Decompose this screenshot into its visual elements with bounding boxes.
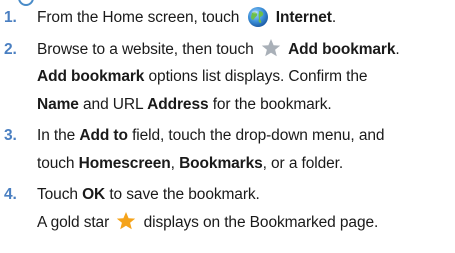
step-text: Touch: [37, 186, 83, 203]
step-2: 2. Browse to a website, then touch Add b…: [0, 36, 455, 119]
step-bold-text: Add bookmark: [37, 68, 145, 85]
step-text: .: [395, 40, 400, 58]
step-text: and URL: [78, 95, 148, 113]
step-text: options list displays. Confirm the: [144, 68, 368, 85]
step-text: From the Home screen, touch: [37, 9, 240, 26]
step-text: for the bookmark.: [208, 95, 332, 113]
internet-globe-icon: [247, 6, 269, 28]
step-bold-text: Add bookmark: [288, 40, 396, 58]
gray-star-icon: [261, 38, 281, 58]
step-text: to save the bookmark.: [105, 186, 260, 203]
step-bold-text: Homescreen: [78, 154, 171, 172]
step-4: 4. Touch OK to save the bookmark. A gold…: [0, 181, 455, 236]
step-text: field, touch the drop-down menu, and: [127, 127, 385, 144]
step-bold-text: Add to: [79, 127, 128, 144]
instruction-steps: 1. From the Home screen, touch Internet.: [0, 4, 455, 236]
step-bold-text: Bookmarks: [179, 154, 263, 172]
step-text: displays on the Bookmarked page.: [143, 213, 379, 231]
step-bold-text: OK: [82, 186, 106, 203]
step-text: .: [331, 9, 337, 26]
step-text: In the: [37, 127, 80, 144]
step-text: , or a folder.: [262, 154, 344, 172]
step-bold-text: Internet: [275, 9, 332, 26]
step-text: A gold star: [37, 213, 110, 231]
step-bold-text: Name: [37, 95, 79, 113]
step-text: touch: [37, 154, 79, 172]
step-bold-text: Address: [147, 95, 209, 113]
step-number: 3.: [4, 127, 17, 144]
gold-star-icon: [116, 211, 136, 231]
step-number: 1.: [4, 9, 17, 26]
step-number: 2.: [4, 40, 17, 58]
step-number: 4.: [4, 186, 17, 203]
step-text: ,: [170, 154, 180, 172]
step-3: 3. In the Add to field, touch the drop-d…: [0, 122, 455, 177]
step-1: 1. From the Home screen, touch Internet.: [0, 4, 455, 32]
step-text: Browse to a website, then touch: [37, 40, 254, 58]
